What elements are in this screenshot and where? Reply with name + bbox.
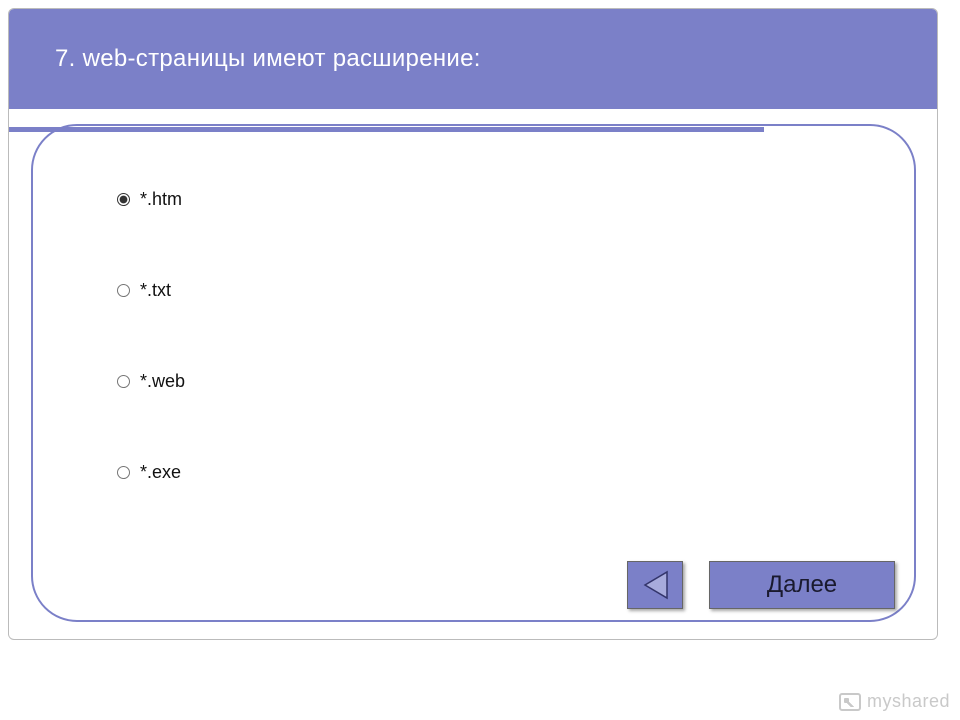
option-label: *.exe [140,462,181,483]
option-label: *.txt [140,280,171,301]
option-exe[interactable]: *.exe [117,462,185,483]
option-htm[interactable]: *.htm [117,189,185,210]
option-txt[interactable]: *.txt [117,280,185,301]
watermark: myshared [839,691,950,712]
header-band: 7. web-страницы имеют расширение: [9,9,937,109]
option-web[interactable]: *.web [117,371,185,392]
option-label: *.htm [140,189,182,210]
accent-line [9,127,764,132]
radio-exe[interactable] [117,466,130,479]
option-label: *.web [140,371,185,392]
watermark-icon [839,693,861,711]
next-button-label: Далее [767,571,837,599]
radio-txt[interactable] [117,284,130,297]
question-title: 7. web-страницы имеют расширение: [55,45,481,73]
radio-web[interactable] [117,375,130,388]
next-button[interactable]: Далее [709,561,895,609]
slide-container: 7. web-страницы имеют расширение: *.htm … [8,8,938,640]
radio-htm[interactable] [117,193,130,206]
options-group: *.htm *.txt *.web *.exe [117,189,185,553]
triangle-left-icon [641,570,669,600]
watermark-text: myshared [867,691,950,712]
nav-area: Далее [627,561,895,609]
back-button[interactable] [627,561,683,609]
